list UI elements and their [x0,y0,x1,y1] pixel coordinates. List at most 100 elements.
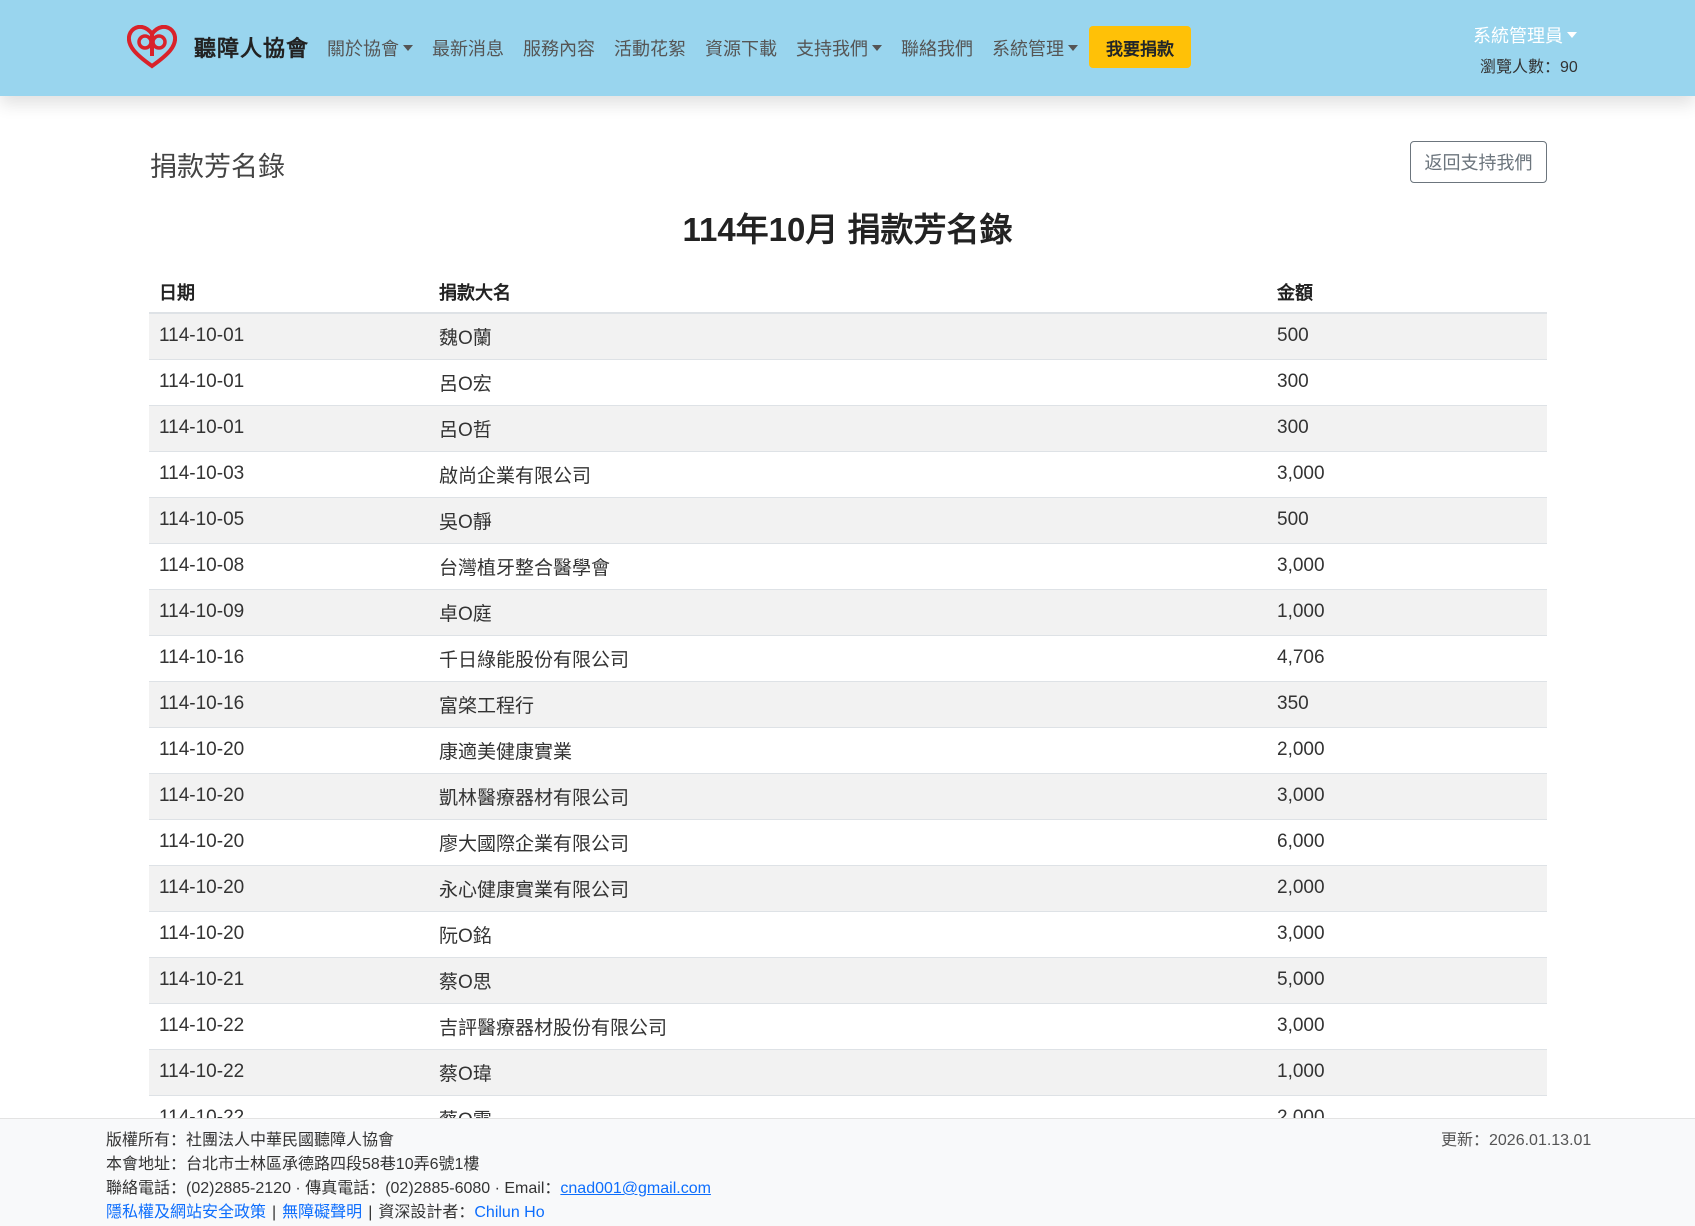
cell-date: 114-10-20 [149,772,429,819]
nav-item-about[interactable]: 關於協會 [327,35,413,61]
footer-updated: 更新：2026.01.13.01 [1441,1132,1592,1149]
cell-amount: 3,000 [1267,910,1547,957]
accessibility-statement-link[interactable]: 無障礙聲明 [282,1201,362,1225]
cell-donor-name: 呂O宏 [429,358,1267,405]
donation-table-container: 日期 捐款大名 金額 114-10-01 魏O蘭 500 114-10-01 呂O宏 30… [149,271,1547,1141]
table-header-row: 日期 捐款大名 金額 [149,271,1547,314]
caret-down-icon [1567,32,1577,38]
table-row: 114-10-20 康適美健康實業 2,000 [149,726,1547,773]
nav-item-services[interactable]: 服務內容 [523,35,595,61]
table-row: 114-10-08 台灣植牙整合醫學會 3,000 [149,542,1547,589]
cell-date: 114-10-09 [149,588,429,635]
cell-amount: 1,000 [1267,588,1547,635]
report-title: 114年10月 捐款芳名錄 [682,211,1013,248]
table-row: 114-10-01 呂O宏 300 [149,358,1547,405]
cell-date: 114-10-20 [149,818,429,865]
cell-date: 114-10-21 [149,956,429,1003]
admin-user-label: 系統管理員 [1473,26,1563,46]
nav-item-news[interactable]: 最新消息 [432,35,504,61]
page-footer: 版權所有：社團法人中華民國聽障人協會 本會地址：台北市士林區承德路四段58巷10… [0,1118,1695,1226]
cell-date: 114-10-05 [149,496,429,543]
main-nav: 關於協會 最新消息 服務內容 活動花絮 資源下載 支持我們 聯絡我們 系統管理 [327,35,1097,61]
footer-address: 本會地址：台北市士林區承德路四段58巷10弄6號1樓 [106,1156,480,1173]
top-navbar: 聽障人協會 關於協會 最新消息 服務內容 活動花絮 資源下載 支持我們 聯絡我們… [0,0,1695,96]
cell-date: 114-10-01 [149,358,429,405]
back-to-support-button[interactable]: 返回支持我們 [1410,141,1547,183]
cell-date: 114-10-22 [149,1048,429,1095]
nav-item-contact[interactable]: 聯絡我們 [901,35,973,61]
cell-amount: 500 [1267,312,1547,359]
nav-item-admin[interactable]: 系統管理 [992,35,1078,61]
brand-name: 聽障人協會 [194,36,310,61]
cell-date: 114-10-16 [149,634,429,681]
cell-donor-name: 蔡O思 [429,956,1267,1003]
cell-donor-name: 吉評醫療器材股份有限公司 [429,1002,1267,1049]
cell-donor-name: 千日綠能股份有限公司 [429,634,1267,681]
donation-table: 日期 捐款大名 金額 114-10-01 魏O蘭 500 114-10-01 呂O宏 30… [149,271,1547,1141]
cell-amount: 1,000 [1267,1048,1547,1095]
nav-label: 支持我們 [796,39,868,59]
page-title: 捐款芳名錄 [150,152,285,182]
table-row: 114-10-20 阮O銘 3,000 [149,910,1547,957]
cell-donor-name: 吳O靜 [429,496,1267,543]
table-row: 114-10-22 蔡O瑋 1,000 [149,1048,1547,1095]
cell-donor-name: 凱林醫療器材有限公司 [429,772,1267,819]
cell-date: 114-10-01 [149,312,429,359]
table-row: 114-10-03 啟尚企業有限公司 3,000 [149,450,1547,497]
nav-item-support[interactable]: 支持我們 [796,35,882,61]
cell-amount: 2,000 [1267,864,1547,911]
cell-donor-name: 蔡O瑋 [429,1048,1267,1095]
cell-amount: 300 [1267,404,1547,451]
nav-label: 服務內容 [523,39,595,59]
nav-label: 關於協會 [327,39,399,59]
cell-date: 114-10-20 [149,910,429,957]
email-link[interactable]: cnad001@gmail.com [560,1177,711,1201]
cell-donor-name: 卓O庭 [429,588,1267,635]
caret-down-icon [1068,45,1078,51]
footer-contact: 聯絡電話：(02)2885-2120 · 傳真電話：(02)2885-6080 … [106,1180,561,1197]
designer-link[interactable]: Chilun Ho [474,1201,544,1225]
cell-amount: 2,000 [1267,726,1547,773]
nav-label: 系統管理 [992,39,1064,59]
nav-item-activities[interactable]: 活動花絮 [614,35,686,61]
cell-date: 114-10-22 [149,1002,429,1049]
table-row: 114-10-21 蔡O思 5,000 [149,956,1547,1003]
nav-label: 最新消息 [432,39,504,59]
cell-amount: 3,000 [1267,1002,1547,1049]
cell-donor-name: 阮O銘 [429,910,1267,957]
visitor-count: 瀏覽人數：90 [1480,59,1578,76]
cell-donor-name: 廖大國際企業有限公司 [429,818,1267,865]
designer-label: 資深設計者： [378,1204,475,1221]
caret-down-icon [403,45,413,51]
cell-date: 114-10-20 [149,726,429,773]
cell-amount: 3,000 [1267,542,1547,589]
cell-amount: 350 [1267,680,1547,727]
cell-amount: 4,706 [1267,634,1547,681]
cell-donor-name: 康適美健康實業 [429,726,1267,773]
table-row: 114-10-09 卓O庭 1,000 [149,588,1547,635]
footer-separator: | [368,1204,373,1221]
cell-donor-name: 永心健康實業有限公司 [429,864,1267,911]
cell-date: 114-10-01 [149,404,429,451]
table-row: 114-10-20 廖大國際企業有限公司 6,000 [149,818,1547,865]
nav-label: 資源下載 [705,39,777,59]
cell-amount: 6,000 [1267,818,1547,865]
column-header-amount: 金額 [1267,271,1547,314]
cell-amount: 300 [1267,358,1547,405]
nav-label: 活動花絮 [614,39,686,59]
cell-date: 114-10-03 [149,450,429,497]
table-row: 114-10-01 呂O哲 300 [149,404,1547,451]
cell-donor-name: 台灣植牙整合醫學會 [429,542,1267,589]
cell-amount: 3,000 [1267,772,1547,819]
brand-link[interactable]: 聽障人協會 [127,25,309,69]
privacy-policy-link[interactable]: 隱私權及網站安全政策 [106,1201,266,1225]
table-row: 114-10-05 吳O靜 500 [149,496,1547,543]
donate-button[interactable]: 我要捐款 [1089,26,1191,68]
admin-user-menu[interactable]: 系統管理員 [1473,22,1577,48]
table-row: 114-10-20 凱林醫療器材有限公司 3,000 [149,772,1547,819]
nav-item-downloads[interactable]: 資源下載 [705,35,777,61]
cell-donor-name: 富棨工程行 [429,680,1267,727]
cell-amount: 500 [1267,496,1547,543]
column-header-donor: 捐款大名 [429,271,1267,314]
footer-copyright: 版權所有：社團法人中華民國聽障人協會 [106,1132,395,1149]
